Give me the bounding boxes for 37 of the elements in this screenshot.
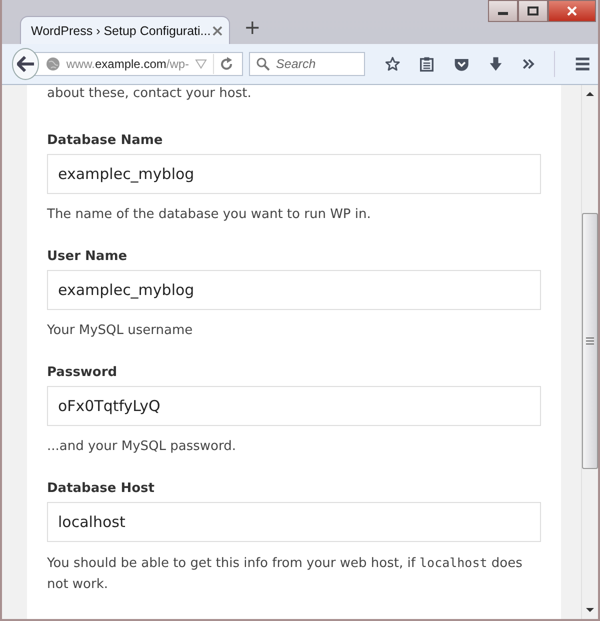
maximize-button[interactable] (518, 0, 548, 22)
new-tab-button[interactable]: + (244, 15, 261, 39)
help-text: You should be able to get this info from your web host, if localhost does not work. (47, 554, 524, 594)
scrollbar-thumb[interactable] (582, 213, 598, 469)
download-icon[interactable] (488, 55, 502, 73)
input-field[interactable]: examplec_myblog (47, 270, 541, 310)
chevrons-icon[interactable] (522, 57, 536, 71)
close-icon (566, 6, 578, 16)
field-label: Password (47, 365, 118, 380)
menu-icon[interactable] (574, 56, 590, 72)
input-field[interactable]: examplec_myblog (47, 154, 541, 194)
scroll-down-icon[interactable] (586, 607, 594, 613)
globe-icon (46, 57, 60, 71)
search-field[interactable]: Search (249, 52, 366, 76)
field-label: Database Host (47, 481, 156, 496)
address-bar[interactable]: www.example.com/wp- (33, 52, 244, 76)
field-label: User Name (47, 249, 128, 264)
back-arrow-icon (16, 56, 35, 72)
url-text: www.example.com/wp- (66, 57, 190, 71)
reload-icon[interactable] (220, 57, 234, 71)
help-text: Your MySQL username (47, 322, 194, 340)
browser-tab[interactable]: WordPress › Setup Configurati...× (20, 16, 230, 44)
minimize-button[interactable] (488, 0, 518, 22)
scroll-up-icon[interactable] (586, 91, 594, 97)
back-button[interactable] (12, 48, 40, 80)
input-field[interactable]: oFx0TqtfyLyQ (47, 386, 541, 426)
help-text: ...and your MySQL password. (47, 438, 237, 456)
maximize-icon (527, 6, 539, 16)
close-tab-button[interactable]: × (210, 21, 224, 40)
close-window-button[interactable] (548, 0, 596, 22)
help-text: The name of the database you want to run WP in. (47, 206, 372, 224)
clipboard-icon[interactable] (420, 55, 434, 73)
field-label: Database Name (47, 133, 164, 148)
star-icon[interactable] (385, 55, 400, 73)
intro-text: about these, contact your host. (47, 85, 252, 103)
scrollbar[interactable] (581, 85, 598, 619)
input-field[interactable]: localhost (47, 502, 541, 542)
